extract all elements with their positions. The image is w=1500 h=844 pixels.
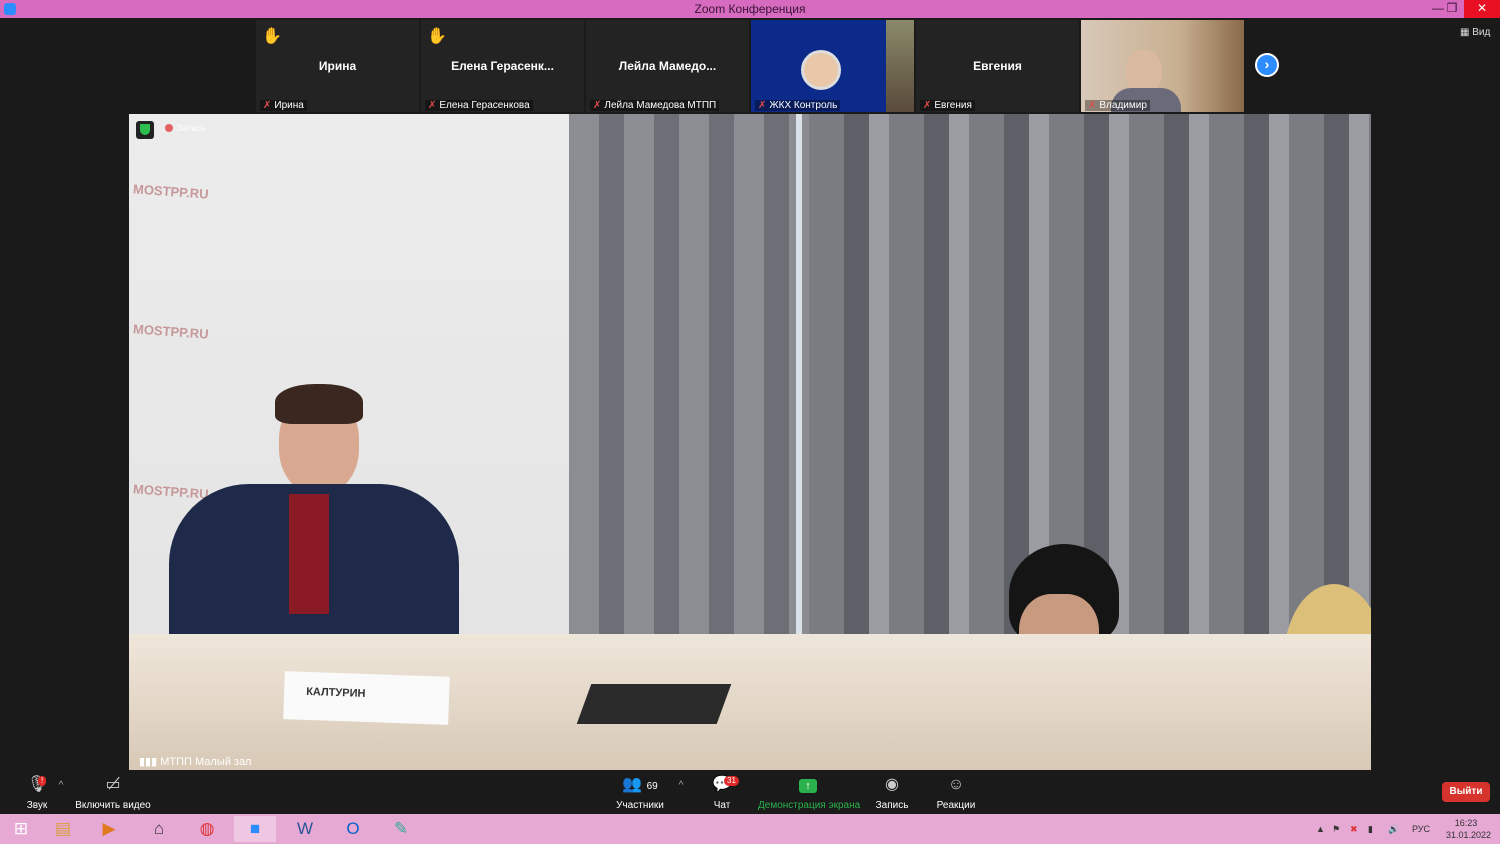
participant-tile[interactable]: ✋ Ирина ✗ Ирина xyxy=(256,20,419,112)
window-title: Zoom Конференция xyxy=(694,2,806,16)
record-button[interactable]: ◉ Запись xyxy=(874,774,910,811)
participant-caption: ✗ Ирина xyxy=(260,100,307,111)
antivirus-icon[interactable]: ✖ xyxy=(1350,814,1358,844)
close-button[interactable]: ✕ xyxy=(1464,0,1500,18)
chat-button[interactable]: 💬 31 Чат xyxy=(706,774,739,811)
clock-time: 16:23 xyxy=(1454,818,1478,828)
audio-options-caret[interactable]: ^ xyxy=(56,780,66,791)
clock[interactable]: 16:23 31.01.2022 xyxy=(1446,814,1492,844)
audio-button[interactable]: 🎙 ! Звук xyxy=(22,774,52,811)
record-icon: ◉ xyxy=(885,776,899,793)
participant-tile-video[interactable]: ✗ ЖКХ Контроль xyxy=(751,20,914,112)
recording-label: Запись xyxy=(176,123,206,133)
share-screen-icon: ↑ xyxy=(799,779,817,793)
participant-caption-text: Елена Герасенкова xyxy=(439,100,530,111)
microphone-icon: 🎙 xyxy=(26,776,48,793)
speaker-label-text: МТПП Малый зал xyxy=(160,756,252,768)
video-label: Включить видео xyxy=(75,800,151,811)
mic-muted-icon: ✗ xyxy=(593,100,602,111)
tray-overflow-icon[interactable]: ▲ xyxy=(1316,814,1325,844)
view-button-label: Вид xyxy=(1472,27,1491,38)
participant-tile[interactable]: ✋ Елена Герасенк... ✗ Елена Герасенкова xyxy=(421,20,584,112)
participant-display-name: Ирина xyxy=(318,59,357,73)
participant-tile[interactable]: Лейла Мамедо... ✗ Лейла Мамедова МТПП xyxy=(586,20,749,112)
chrome-icon[interactable]: ◍ xyxy=(186,816,228,842)
mic-muted-icon: ✗ xyxy=(263,100,272,111)
participant-tile[interactable]: Евгения ✗ Евгения xyxy=(916,20,1079,112)
chat-badge: 31 xyxy=(724,776,739,786)
audio-alert-badge: ! xyxy=(38,776,47,786)
video-button[interactable]: ▭̸ Включить видео xyxy=(74,774,152,811)
word-icon[interactable]: W xyxy=(284,816,326,842)
view-button[interactable]: ▦ Вид xyxy=(1460,27,1490,38)
mic-muted-icon: ✗ xyxy=(1088,100,1097,111)
mic-muted-icon: ✗ xyxy=(428,100,437,111)
conference-microphone xyxy=(576,684,732,724)
reactions-button[interactable]: ☺ Реакции xyxy=(934,774,978,811)
participant-display-name: Лейла Мамедо... xyxy=(618,59,717,73)
participant-caption-text: Лейла Мамедова МТПП xyxy=(604,100,717,111)
person-tie xyxy=(289,494,329,614)
participant-caption-text: Ирина xyxy=(274,100,304,111)
participant-tile-video[interactable]: ✗ Владимир xyxy=(1081,20,1244,112)
share-screen-label: Демонстрация экрана xyxy=(758,800,861,811)
home-icon[interactable]: ⌂ xyxy=(138,816,180,842)
mic-muted-icon: ✗ xyxy=(758,100,767,111)
paint-icon[interactable]: ✎ xyxy=(380,816,422,842)
participant-display-name: Евгения xyxy=(973,59,1022,73)
person-hair xyxy=(275,384,363,424)
record-dot-icon xyxy=(165,124,173,132)
mic-muted-icon: ✗ xyxy=(923,100,932,111)
participant-caption: ✗ Евгения xyxy=(920,100,975,111)
encryption-shield-icon[interactable] xyxy=(136,121,154,139)
meeting-toolbar: 🎙 ! Звук ^ ▭̸ Включить видео 👥 69 Участн… xyxy=(0,770,1500,814)
reactions-label: Реакции xyxy=(936,800,976,811)
share-screen-button[interactable]: ↑ Демонстрация экрана xyxy=(758,774,861,811)
raised-hand-icon: ✋ xyxy=(262,28,282,45)
participant-display-name: Елена Герасенк... xyxy=(451,59,554,73)
media-player-icon[interactable]: ▶ xyxy=(88,816,130,842)
zoom-taskbar-icon[interactable]: ■ xyxy=(234,816,276,842)
participant-caption: ✗ Владимир xyxy=(1085,100,1150,111)
participants-options-caret[interactable]: ^ xyxy=(676,780,686,791)
video-side-panel xyxy=(886,20,914,112)
nameplate: КАЛТУРИН xyxy=(283,671,450,725)
participant-caption-text: Владимир xyxy=(1099,100,1147,111)
restore-button[interactable]: ❐ xyxy=(1440,0,1464,18)
outlook-icon[interactable]: O xyxy=(332,816,374,842)
participants-count: 69 xyxy=(646,781,658,792)
participant-caption: ✗ Лейла Мамедова МТПП xyxy=(590,100,720,111)
volume-icon[interactable]: 🔊 xyxy=(1388,814,1399,844)
meeting-stage: ▦ Вид ✋ Ирина ✗ Ирина ✋ Елена Герасенк...… xyxy=(0,18,1500,770)
chat-label: Чат xyxy=(713,800,731,811)
speaker-label: ▮▮▮ МТПП Малый зал xyxy=(139,756,252,768)
participants-button[interactable]: 👥 69 Участники xyxy=(614,774,666,811)
leave-meeting-button[interactable]: Выйти xyxy=(1442,782,1490,802)
participant-caption-text: ЖКХ Контроль xyxy=(769,100,838,111)
file-explorer-icon[interactable]: ▤ xyxy=(42,816,84,842)
flag-icon[interactable]: ⚑ xyxy=(1332,814,1340,844)
participant-caption-text: Евгения xyxy=(934,100,972,111)
participant-video-avatar xyxy=(801,50,841,90)
audio-label: Звук xyxy=(26,800,48,811)
participants-icon: 👥 69 xyxy=(622,776,658,793)
next-page-button[interactable]: › xyxy=(1255,53,1279,77)
participant-caption: ✗ Елена Герасенкова xyxy=(425,100,533,111)
participants-label: Участники xyxy=(616,800,664,811)
participant-caption: ✗ ЖКХ Контроль xyxy=(755,100,841,111)
clock-date: 31.01.2022 xyxy=(1446,830,1492,840)
network-icon[interactable]: ▮ xyxy=(1368,814,1373,844)
video-off-icon: ▭̸ xyxy=(105,776,121,793)
recording-indicator: Запись xyxy=(165,123,206,133)
start-button[interactable]: ⊞ xyxy=(0,816,42,842)
main-speaker-video: MOSTPP.RU MOSTPP.RU MOSTPP.RU КАЛТУРИН З… xyxy=(129,114,1371,770)
raised-hand-icon: ✋ xyxy=(427,28,447,45)
record-label: Запись xyxy=(875,800,909,811)
reactions-icon: ☺ xyxy=(947,776,965,793)
language-indicator[interactable]: РУС xyxy=(1412,814,1430,844)
title-bar: Zoom Конференция — ❐ ✕ xyxy=(0,0,1500,18)
windows-taskbar: ⊞ ▤ ▶ ⌂ ◍ ■ W O ✎ ▲ ⚑ ✖ ▮ 🔊 РУС 16:23 31… xyxy=(0,814,1500,844)
